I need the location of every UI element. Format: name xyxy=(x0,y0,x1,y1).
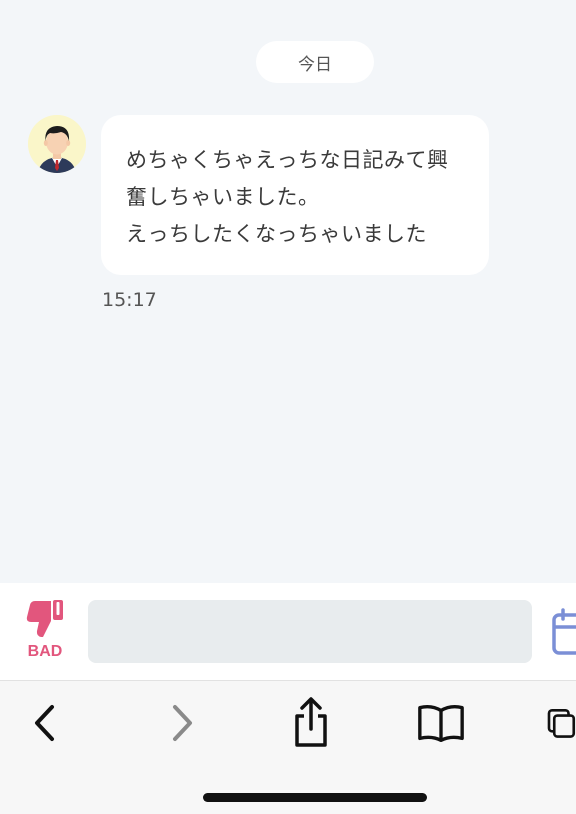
calendar-icon xyxy=(552,608,576,655)
tabs-icon xyxy=(547,708,576,738)
message-line: めちゃくちゃえっちな日記みて興 xyxy=(126,148,449,172)
share-button[interactable] xyxy=(286,696,336,750)
businessman-avatar-icon[interactable] xyxy=(28,115,86,173)
forward-button[interactable] xyxy=(157,696,207,750)
message-line: えっちしたくなっちゃいました xyxy=(126,222,427,246)
message-bubble[interactable]: めちゃくちゃえっちな日記みて興 奮しちゃいました。 えっちしたくなっちゃいました xyxy=(101,115,489,275)
back-button[interactable] xyxy=(20,696,70,750)
bookmarks-button[interactable] xyxy=(416,696,466,750)
forward-arrow-icon xyxy=(173,705,192,741)
thumbs-down-icon xyxy=(26,600,63,637)
back-arrow-icon xyxy=(35,705,54,741)
message-timestamp: 15:17 xyxy=(102,289,157,311)
bookmarks-book-icon xyxy=(418,704,464,742)
message-line: 奮しちゃいました。 xyxy=(126,185,320,209)
share-icon xyxy=(295,697,327,747)
date-label: 今日 xyxy=(298,54,332,75)
message-input[interactable] xyxy=(88,600,532,663)
calendar-button[interactable] xyxy=(550,607,576,657)
bad-button[interactable]: BAD xyxy=(18,597,72,663)
tabs-button[interactable] xyxy=(546,696,576,750)
home-indicator[interactable] xyxy=(203,793,427,802)
date-separator: 今日 xyxy=(256,41,374,83)
bad-label: BAD xyxy=(27,643,63,660)
chat-area: 今日 めちゃくちゃえっちな日記みて興 奮しちゃいました。 えっちしたくなっちゃい… xyxy=(0,0,576,583)
